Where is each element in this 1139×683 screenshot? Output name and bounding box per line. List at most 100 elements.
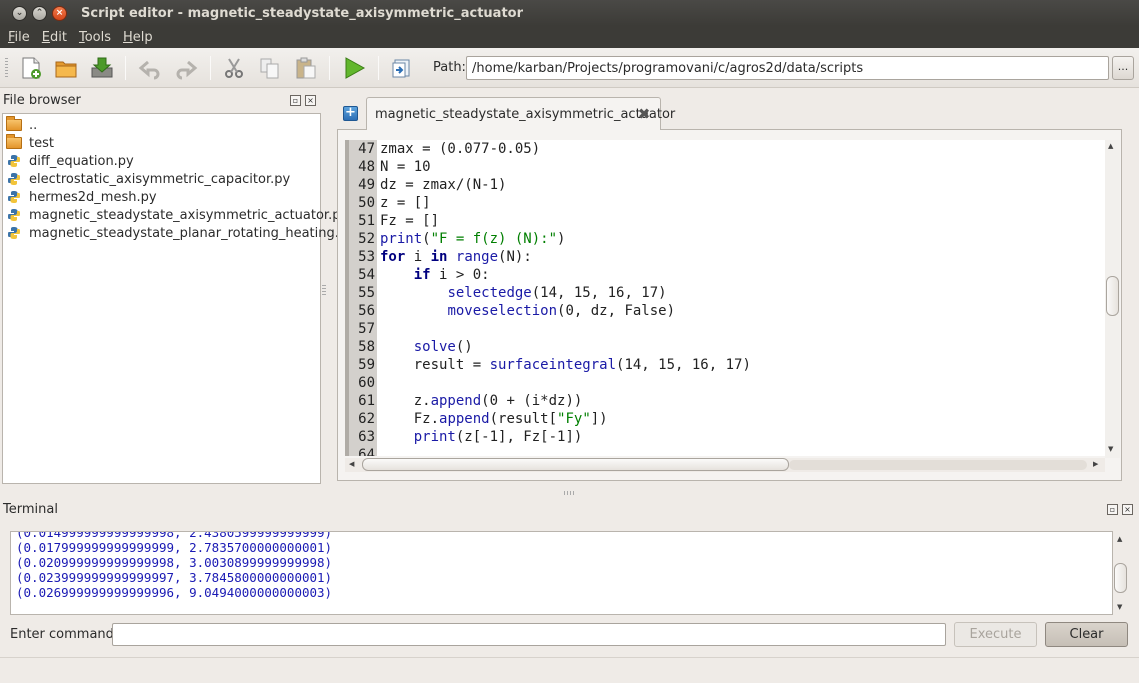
code-line: 61 z.append(0 + (i*dz)) [345,392,1105,410]
undo-icon[interactable] [136,54,164,82]
file-item[interactable]: diff_equation.py [5,152,134,170]
vertical-splitter[interactable] [322,285,326,297]
path-label: Path: [433,60,466,75]
toolbar: Path: ... [0,48,1139,88]
folder-icon [5,134,23,151]
line-number: 61 [358,393,375,409]
code-text: dz = zmax/(N-1) [380,177,507,193]
code-line: 53 for i in range(N): [345,248,1105,266]
terminal-line: (0.020999999999999998, 3.003089999999999… [16,555,333,570]
file-item[interactable]: electrostatic_axisymmetric_capacitor.py [5,170,290,188]
code-line: 51 Fz = [] [345,212,1105,230]
maximize-button[interactable]: ⌃ [32,5,47,21]
close-panel-icon[interactable]: × [1122,504,1133,515]
browse-path-button[interactable]: ... [1112,56,1134,80]
float-panel-icon[interactable]: ▫ [1107,504,1118,515]
folder-icon [5,116,23,133]
clear-button[interactable]: Clear [1045,622,1128,647]
code-line: 50 z = [] [345,194,1105,212]
terminal-vertical-scrollbar[interactable]: ▲ ▼ [1113,531,1129,615]
file-item[interactable]: magnetic_steadystate_planar_rotating_hea… [5,224,355,242]
redo-icon[interactable] [172,54,200,82]
line-number: 57 [358,321,375,337]
scroll-up-icon[interactable]: ▲ [1117,535,1122,543]
line-number: 56 [358,303,375,319]
line-number: 62 [358,411,375,427]
line-number: 64 [358,447,375,456]
toolbar-grip[interactable] [5,58,8,78]
scroll-left-icon[interactable]: ◀ [349,460,354,468]
code-line: 55 selectedge(14, 15, 16, 17) [345,284,1105,302]
minimize-button[interactable]: ⌄ [12,5,27,21]
python-file-icon [5,153,23,169]
line-number: 53 [358,249,375,265]
line-number: 60 [358,375,375,391]
status-bar [0,657,1139,683]
file-item-label: diff_equation.py [29,153,134,169]
terminal-line: (0.017999999999999999, 2.783570000000000… [16,540,333,555]
menu-edit-label: dit [50,29,67,45]
line-number: 55 [358,285,375,301]
editor-hscroll-thumb[interactable] [362,458,789,471]
code-editor[interactable]: 47 zmax = (0.077-0.05) 48 N = 10 49 dz = zm… [345,140,1105,456]
menu-file[interactable]: File [8,30,30,45]
close-tab-icon[interactable]: ✖ [636,106,652,122]
save-file-icon[interactable] [88,54,116,82]
file-item[interactable]: test [5,134,54,152]
tab-label: magnetic_steadystate_axisymmetric_actuat… [375,106,676,122]
line-number: 48 [358,159,375,175]
line-number: 51 [358,213,375,229]
menu-edit[interactable]: Edit [42,30,67,45]
tab-editor-file[interactable]: magnetic_steadystate_axisymmetric_actuat… [366,97,675,130]
menu-edit-mnemonic: E [41,29,50,45]
close-panel-icon[interactable]: × [305,95,316,106]
scroll-down-icon[interactable]: ▼ [1117,603,1122,611]
title-bar: ⌄ ⌃ × Script editor - magnetic_steadysta… [0,0,1139,26]
menu-help[interactable]: Help [123,30,153,45]
run-script-icon[interactable] [340,54,368,82]
paste-icon[interactable] [292,54,320,82]
terminal-vscroll-thumb[interactable] [1114,563,1127,593]
code-line: 64 [345,446,1105,456]
command-input[interactable] [112,623,946,646]
scroll-down-icon[interactable]: ▼ [1108,445,1113,453]
editor-hscroll-track[interactable] [789,460,1087,470]
terminal-dock-buttons: ▫ × [1107,504,1133,515]
run-file-icon[interactable] [387,54,415,82]
scroll-right-icon[interactable]: ▶ [1093,460,1098,468]
editor-vscroll-thumb[interactable] [1106,276,1119,316]
code-line: 62 Fz.append(result["Fy"]) [345,410,1105,428]
code-line: 56 moveselection(0, dz, False) [345,302,1105,320]
horizontal-splitter[interactable] [564,491,576,495]
menu-bar: File Edit Tools Help [0,26,1139,48]
code-text: solve() [413,339,473,355]
execute-button[interactable]: Execute [954,622,1037,647]
code-line: 59 result = surfaceintegral(14, 15, 16, … [345,356,1105,374]
editor-vertical-scrollbar[interactable]: ▲ ▼ [1105,140,1120,458]
terminal-output: (0.014999999999999998, 2.438059999999999… [10,531,1113,615]
code-line: 63 print(z[-1], Fz[-1]) [345,428,1105,446]
copy-icon[interactable] [256,54,284,82]
cut-icon[interactable] [220,54,248,82]
code-line: 49 dz = zmax/(N-1) [345,176,1105,194]
file-item[interactable]: .. [5,116,37,134]
scroll-up-icon[interactable]: ▲ [1108,142,1113,150]
editor-horizontal-scrollbar[interactable]: ◀ ▶ [345,458,1105,472]
file-item[interactable]: hermes2d_mesh.py [5,188,157,206]
line-number: 47 [358,141,375,157]
file-item-label: hermes2d_mesh.py [29,189,157,205]
line-number: 50 [358,195,375,211]
path-input[interactable] [466,56,1109,80]
code-text: moveselection(0, dz, False) [447,303,676,319]
float-panel-icon[interactable]: ▫ [290,95,301,106]
code-text: print("F = f(z) (N):") [380,231,566,247]
menu-tools[interactable]: Tools [79,30,111,45]
new-file-icon[interactable] [17,54,45,82]
close-window-button[interactable]: × [52,5,67,21]
code-text: print(z[-1], Fz[-1]) [413,429,583,445]
line-number: 58 [358,339,375,355]
new-tab-button[interactable]: + [343,106,358,121]
file-item[interactable]: magnetic_steadystate_axisymmetric_actuat… [5,206,348,224]
code-line: 47 zmax = (0.077-0.05) [345,140,1105,158]
open-file-icon[interactable] [52,54,80,82]
